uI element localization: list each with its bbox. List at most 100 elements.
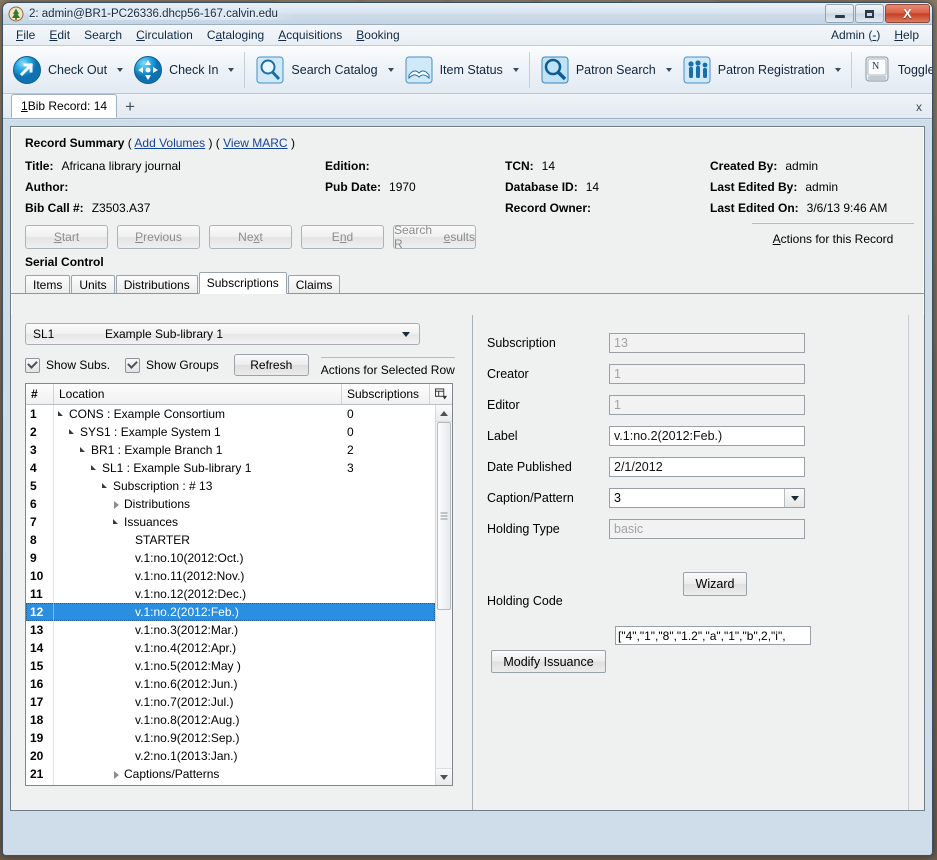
nav-button-previous[interactable]: Previous	[117, 225, 200, 249]
tree-expander-icon[interactable]	[113, 770, 122, 779]
close-button[interactable]: X	[885, 4, 930, 23]
tree-row[interactable]: 11 v.1:no.12(2012:Dec.)	[26, 585, 435, 603]
chevron-down-icon[interactable]	[228, 67, 235, 72]
scroll-track[interactable]	[436, 422, 452, 768]
maximize-button[interactable]	[855, 4, 884, 23]
nav-button-end[interactable]: End	[301, 225, 384, 249]
form-label-label: Label	[487, 429, 518, 443]
nav-button-search-results[interactable]: Search Re sults	[393, 223, 476, 251]
menu-item-6[interactable]: Booking	[349, 26, 406, 44]
new-tab-button[interactable]: +	[125, 98, 135, 118]
show-groups-checkbox[interactable]	[125, 357, 141, 373]
chevron-down-icon[interactable]	[387, 67, 394, 72]
column-header-number[interactable]: #	[26, 384, 54, 404]
minimize-button[interactable]	[825, 4, 854, 23]
column-header-subscriptions[interactable]: Subscriptions	[342, 384, 430, 404]
holding-code-input[interactable]: ["4","1","8","1.2","a","1","b",2,"i",	[615, 626, 811, 645]
toolbar-button-toggle-hotkeys[interactable]: N Toggle Hotkeys	[857, 48, 932, 92]
serial-tab-subscriptions[interactable]: Subscriptions	[198, 272, 287, 294]
chevron-down-icon[interactable]	[784, 489, 804, 507]
tree-expander-icon[interactable]	[80, 446, 89, 455]
chevron-down-icon[interactable]	[117, 67, 124, 72]
tree-row[interactable]: 10 v.1:no.11(2012:Nov.)	[26, 567, 435, 585]
tab-bib-record[interactable]: 1 Bib Record: 14	[11, 94, 118, 118]
tree-expander-icon[interactable]	[58, 410, 67, 419]
serial-tab-items[interactable]: Items	[25, 275, 71, 293]
tree-row[interactable]: 15 v.1:no.5(2012:May )	[26, 657, 435, 675]
tree-row[interactable]: 1 CONS : Example Consortium 0	[26, 405, 435, 423]
modify-issuance-button[interactable]: Modify Issuance	[491, 650, 606, 673]
menu-item-5[interactable]: Acquisitions	[271, 26, 349, 44]
show-subs-checkbox[interactable]	[25, 357, 40, 373]
close-tab-button[interactable]: x	[916, 100, 922, 114]
tree-row[interactable]: 4 SL1 : Example Sub-library 1 3	[26, 459, 435, 477]
tree-row[interactable]: 6 Distributions	[26, 495, 435, 513]
add-volumes-link[interactable]: Add Volumes	[134, 136, 205, 150]
tree-row[interactable]: 7 Issuances	[26, 513, 435, 531]
scroll-up-button[interactable]	[436, 405, 452, 422]
nav-button-next[interactable]: Ne x t	[209, 225, 292, 249]
tree-row[interactable]: 16 v.1:no.6(2012:Jun.)	[26, 675, 435, 693]
tree-row[interactable]: 9 v.1:no.10(2012:Oct.)	[26, 549, 435, 567]
tree-row[interactable]: 18 v.1:no.8(2012:Aug.)	[26, 711, 435, 729]
tree-row[interactable]: 2 SYS1 : Example System 1 0	[26, 423, 435, 441]
tree-row[interactable]: 21 Captions/Patterns	[26, 765, 435, 783]
tree-expander-icon[interactable]	[91, 464, 100, 473]
tree-expander-icon[interactable]	[113, 518, 122, 527]
menu-item-0[interactable]: File	[9, 26, 42, 44]
actions-for-this-record-link[interactable]: Actions for this Record	[752, 223, 914, 246]
serial-tab-claims[interactable]: Claims	[287, 275, 341, 293]
tree-row[interactable]: 3 BR1 : Example Branch 1 2	[26, 441, 435, 459]
scroll-thumb[interactable]	[437, 422, 451, 610]
tree-row[interactable]: 8 STARTER	[26, 531, 435, 549]
column-picker-icon[interactable]	[430, 384, 452, 404]
tree-row[interactable]: 13 v.1:no.3(2012:Mar.)	[26, 621, 435, 639]
column-header-location[interactable]: Location	[54, 384, 342, 404]
tree-expander-icon[interactable]	[102, 482, 111, 491]
menu-item-4[interactable]: Cataloging	[200, 26, 271, 44]
tree-expander-icon[interactable]	[69, 428, 78, 437]
tree-row[interactable]: 12 v.1:no.2(2012:Feb.)	[26, 603, 435, 621]
menu-right-item-1[interactable]: Help	[887, 26, 926, 44]
toolbar-button-check-in[interactable]: Check In	[128, 48, 239, 92]
serial-tab-distributions[interactable]: Distributions	[115, 275, 198, 293]
refresh-button[interactable]: Refresh	[233, 354, 309, 376]
form-input-label[interactable]: v.1:no.2(2012:Feb.)	[609, 426, 805, 446]
menu-item-1[interactable]: Edit	[42, 26, 77, 44]
wizard-button[interactable]: Wizard	[683, 572, 747, 596]
toolbar-button-check-out[interactable]: Check Out	[7, 48, 128, 92]
tree-row[interactable]: 14 v.1:no.4(2012:Apr.)	[26, 639, 435, 657]
view-marc-link[interactable]: View MARC	[223, 136, 287, 150]
tree-row[interactable]: 5 Subscription : # 13	[26, 477, 435, 495]
menu-item-2[interactable]: Search	[77, 26, 129, 44]
chevron-down-icon[interactable]	[512, 67, 519, 72]
record-field: Title: Africana library journal	[25, 159, 325, 173]
serial-tab-units[interactable]: Units	[71, 275, 115, 293]
menu-right-item-0[interactable]: Admin (-)	[824, 26, 887, 44]
panel-vertical-scrollbar[interactable]	[908, 315, 924, 810]
form-select-caption-pattern[interactable]: 3	[609, 488, 805, 508]
tree-row[interactable]: 19 v.1:no.9(2012:Sep.)	[26, 729, 435, 747]
chevron-down-icon[interactable]	[834, 67, 841, 72]
tree-expander-icon[interactable]	[113, 500, 122, 509]
tree-row[interactable]: 20 v.2:no.1(2013:Jan.)	[26, 747, 435, 765]
window-controls: X	[825, 4, 930, 23]
form-row-caption-pattern: Caption/Pattern 3	[487, 484, 924, 512]
toolbar-button-search-catalog[interactable]: Search Catalog	[250, 48, 398, 92]
toolbar-button-patron-registration[interactable]: Patron Registration	[677, 48, 846, 92]
toolbar-button-patron-search[interactable]: Patron Search	[535, 48, 677, 92]
tree-row[interactable]: 22Subscription : # 15	[26, 783, 435, 785]
tree-row-number: 2	[26, 423, 54, 441]
chevron-down-icon[interactable]	[665, 67, 672, 72]
form-input-date-published[interactable]: 2/1/2012	[609, 457, 805, 477]
tree-row-label: v.1:no.2(2012:Feb.)	[135, 605, 239, 619]
toolbar-button-item-status[interactable]: Item Status	[399, 48, 524, 92]
nav-button-start[interactable]: Start	[25, 225, 108, 249]
actions-for-selected-row-link[interactable]: Actions for Selected Row	[320, 357, 455, 377]
sublibrary-select[interactable]: SL1 Example Sub-library 1	[25, 323, 420, 345]
tree-row[interactable]: 17 v.1:no.7(2012:Jul.)	[26, 693, 435, 711]
scroll-down-button[interactable]	[436, 768, 452, 785]
tree-vertical-scrollbar[interactable]	[435, 405, 452, 785]
tree-row-label: v.1:no.7(2012:Jul.)	[135, 695, 234, 709]
menu-item-3[interactable]: Circulation	[129, 26, 200, 44]
